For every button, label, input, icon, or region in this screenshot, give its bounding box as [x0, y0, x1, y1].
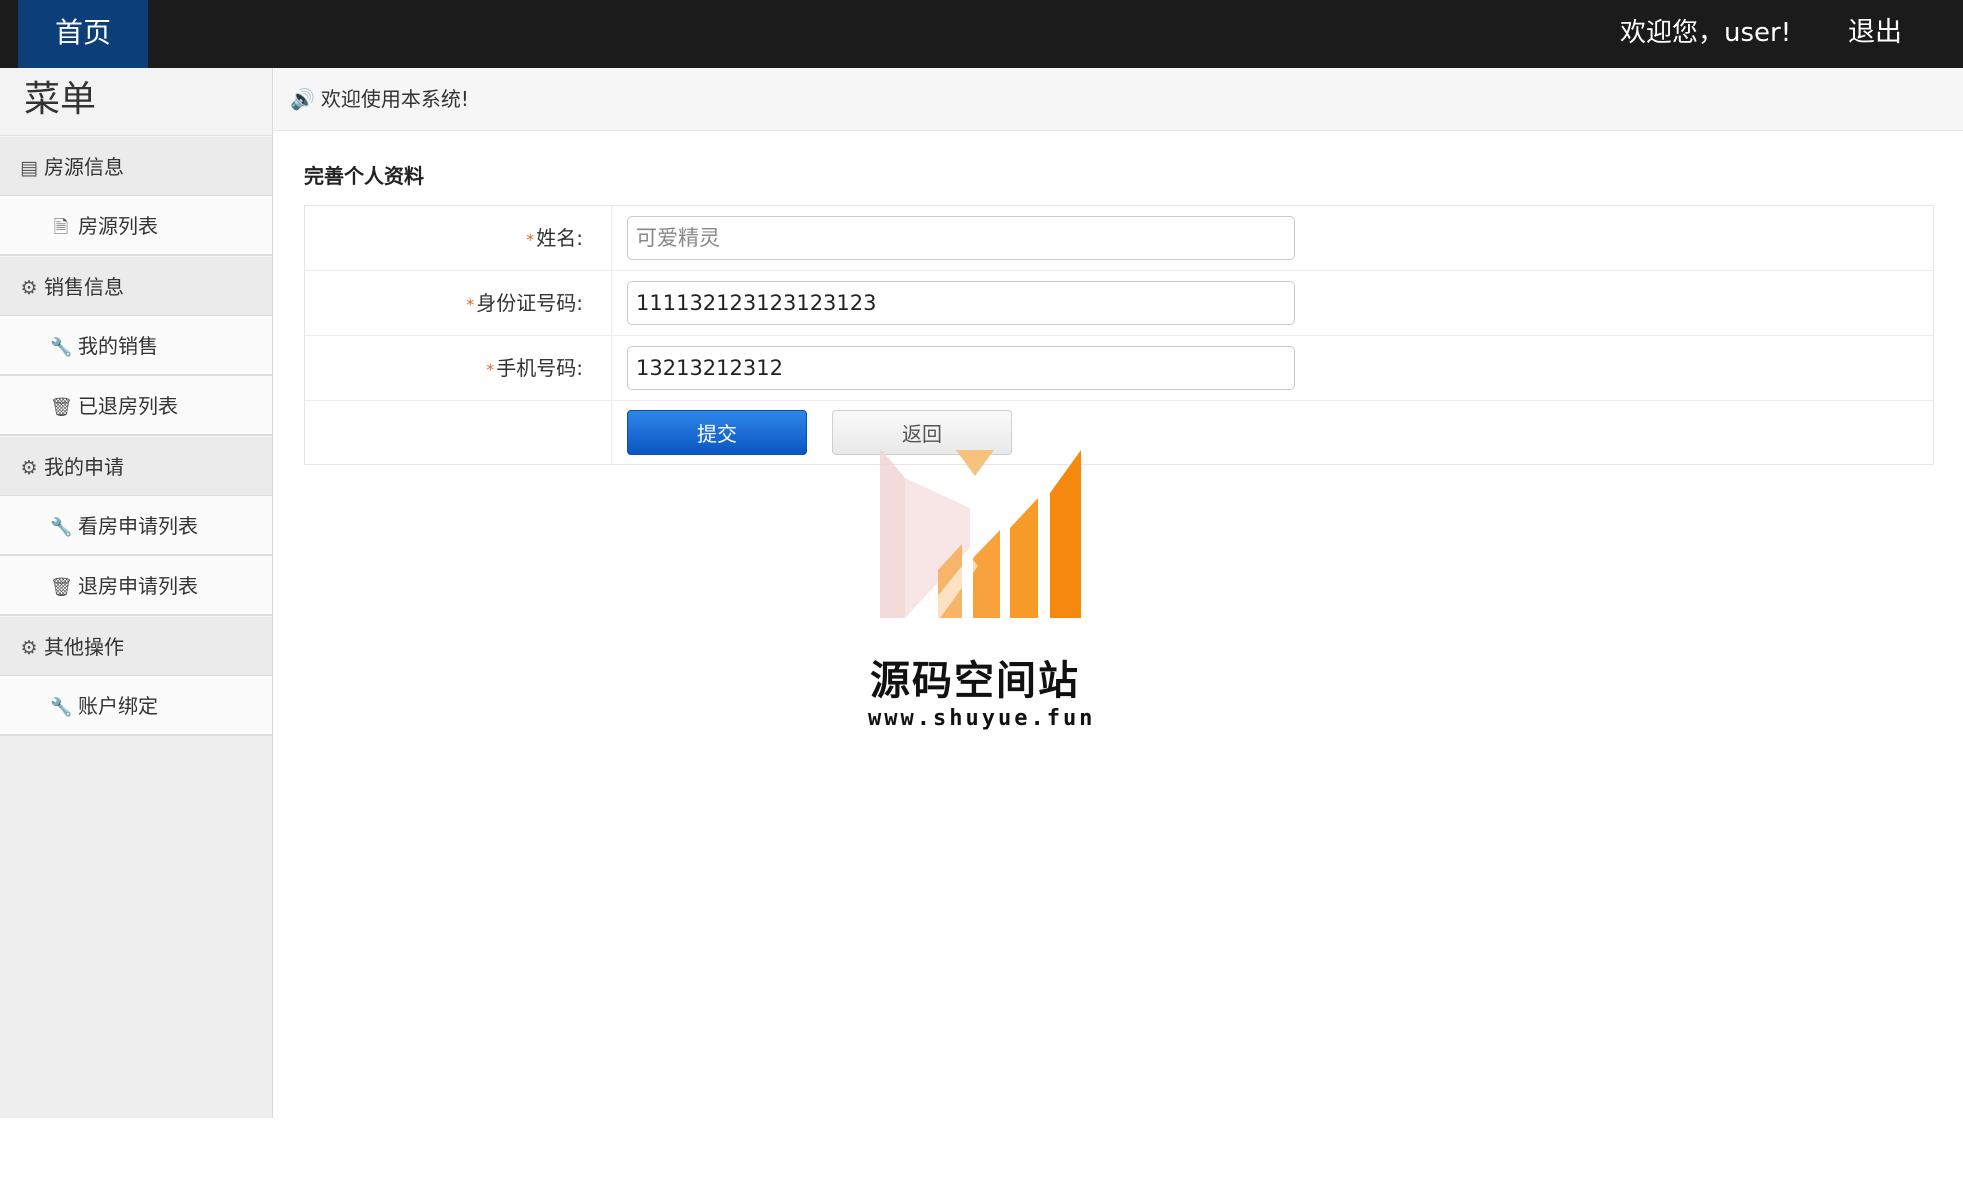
field-label: * 身份证号码:	[305, 271, 612, 335]
sidebar-title: 菜单	[0, 68, 272, 136]
sidebar-group-listing-info[interactable]: ▤ 房源信息	[0, 136, 272, 196]
phone-input[interactable]	[627, 346, 1295, 390]
sidebar-item-account-binding[interactable]: 🔧 账户绑定	[0, 676, 272, 736]
watermark-url: www.shuyue.fun	[868, 706, 1096, 731]
form-row-id-card: * 身份证号码:	[305, 271, 1933, 336]
sidebar-item-label: 账户绑定	[78, 694, 158, 718]
sidebar-item-checkout-requests[interactable]: 🗑 退房申请列表	[0, 556, 272, 616]
field-label: * 手机号码:	[305, 336, 612, 400]
watermark-title: 源码空间站	[870, 658, 1080, 704]
top-bar: 首页 欢迎您，user! 退出	[0, 0, 1963, 68]
sidebar-item-listing-list[interactable]: 🗎 房源列表	[0, 196, 272, 256]
contact-card-icon: ▤	[20, 157, 38, 179]
sidebar-item-viewing-requests[interactable]: 🔧 看房申请列表	[0, 496, 272, 556]
wrench-icon: 🔧	[50, 517, 73, 538]
group-label: 销售信息	[44, 275, 124, 299]
speaker-icon: 🔊	[290, 87, 315, 111]
id-card-input[interactable]	[627, 281, 1295, 325]
wrench-icon: 🔧	[50, 337, 73, 358]
sidebar-item-label: 已退房列表	[78, 394, 178, 418]
sidebar-item-my-sales[interactable]: 🔧 我的销售	[0, 316, 272, 376]
gear-icon: ⚙	[20, 637, 38, 659]
sidebar-group-my-applications[interactable]: ⚙ 我的申请	[0, 436, 272, 496]
trash-icon: 🗑	[50, 577, 73, 598]
sidebar-group-sales-info[interactable]: ⚙ 销售信息	[0, 256, 272, 316]
gear-icon: ⚙	[20, 457, 38, 479]
form-row-name: * 姓名:	[305, 206, 1933, 271]
sidebar: 菜单 ▤ 房源信息 🗎 房源列表 ⚙ 销售信息 🔧 我的销售 🗑 已退房列表 ⚙ 我的申请 …	[0, 68, 273, 1118]
form-row-actions: 提交 返回	[305, 401, 1933, 464]
actions-cell: 提交 返回	[612, 401, 1933, 464]
field-input-cell	[612, 336, 1933, 400]
sidebar-item-label: 退房申请列表	[78, 574, 198, 598]
home-tab[interactable]: 首页	[18, 0, 148, 68]
empty-label-cell	[305, 401, 612, 464]
group-label: 我的申请	[44, 455, 124, 479]
form-title: 完善个人资料	[304, 164, 424, 188]
phone-label: 手机号码:	[496, 356, 583, 380]
field-input-cell	[612, 271, 1933, 335]
name-input[interactable]	[627, 216, 1295, 260]
group-label: 其他操作	[44, 635, 124, 659]
trash-icon: 🗑	[50, 397, 73, 418]
sidebar-item-checked-out-list[interactable]: 🗑 已退房列表	[0, 376, 272, 436]
submit-button[interactable]: 提交	[627, 410, 807, 455]
sidebar-group-other-actions[interactable]: ⚙ 其他操作	[0, 616, 272, 676]
name-label: 姓名:	[536, 226, 583, 250]
notice-text: 欢迎使用本系统!	[320, 87, 469, 111]
form-row-phone: * 手机号码:	[305, 336, 1933, 401]
sidebar-item-label: 我的销售	[78, 334, 158, 358]
id-card-label: 身份证号码:	[476, 291, 583, 315]
required-mark: *	[486, 360, 495, 379]
group-label: 房源信息	[44, 155, 124, 179]
field-label: * 姓名:	[305, 206, 612, 270]
logout-link[interactable]: 退出	[1848, 0, 1902, 68]
required-mark: *	[526, 230, 535, 249]
required-mark: *	[466, 295, 475, 314]
sidebar-item-label: 看房申请列表	[78, 514, 198, 538]
file-icon: 🗎	[53, 217, 69, 238]
field-input-cell	[612, 206, 1933, 270]
wrench-icon: 🔧	[50, 697, 73, 718]
gear-icon: ⚙	[20, 277, 38, 299]
profile-form: *姓名: *身份证号码: *手机号码: 提交 返回	[304, 205, 1934, 465]
notice-bar: 🔊 欢迎使用本系统!	[274, 68, 1963, 131]
sidebar-item-label: 房源列表	[78, 214, 158, 238]
welcome-text: 欢迎您，user!	[1620, 18, 1792, 48]
